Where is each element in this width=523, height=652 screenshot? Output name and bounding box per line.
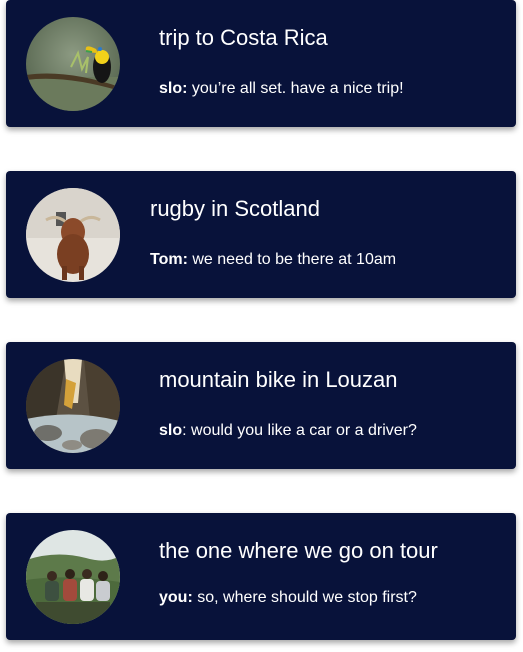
- message-text: we need to be there at 10am: [187, 251, 397, 268]
- conversation-card-scotland[interactable]: rugby in Scotland Tom: we need to be the…: [6, 171, 516, 298]
- river-canyon-photo-icon: [26, 359, 120, 453]
- last-message-preview: Tom: we need to be there at 10am: [150, 251, 396, 269]
- toucan-photo-icon: [26, 17, 120, 111]
- message-sender: slo: [159, 422, 183, 439]
- highland-cow-photo-avatar: [26, 188, 120, 282]
- river-canyon-photo-avatar: [26, 359, 120, 453]
- message-text: you’re all set. have a nice trip!: [187, 80, 404, 97]
- last-message-preview: you: so, where should we stop first?: [159, 589, 417, 607]
- conversation-title: the one where we go on tour: [159, 538, 438, 563]
- conversation-card-costa-rica[interactable]: trip to Costa Rica slo: you’re all set. …: [6, 0, 516, 127]
- conversation-card-tour[interactable]: the one where we go on tour you: so, whe…: [6, 513, 516, 640]
- message-text: : would you like a car or a driver?: [182, 422, 417, 439]
- last-message-preview: slo: you’re all set. have a nice trip!: [159, 80, 404, 98]
- conversation-title: mountain bike in Louzan: [159, 367, 398, 392]
- conversation-title: rugby in Scotland: [150, 196, 320, 221]
- friends-hillside-photo-avatar: [26, 530, 120, 624]
- highland-cow-photo-icon: [26, 188, 120, 282]
- message-sender: you:: [159, 589, 193, 606]
- last-message-preview: slo: would you like a car or a driver?: [159, 422, 417, 440]
- message-text: so, where should we stop first?: [192, 589, 417, 606]
- message-sender: Tom:: [150, 251, 188, 268]
- message-sender: slo:: [159, 80, 188, 97]
- toucan-photo-avatar: [26, 17, 120, 111]
- friends-hillside-photo-icon: [26, 530, 120, 624]
- conversation-title: trip to Costa Rica: [159, 25, 328, 50]
- conversation-card-louzan[interactable]: mountain bike in Louzan slo: would you l…: [6, 342, 516, 469]
